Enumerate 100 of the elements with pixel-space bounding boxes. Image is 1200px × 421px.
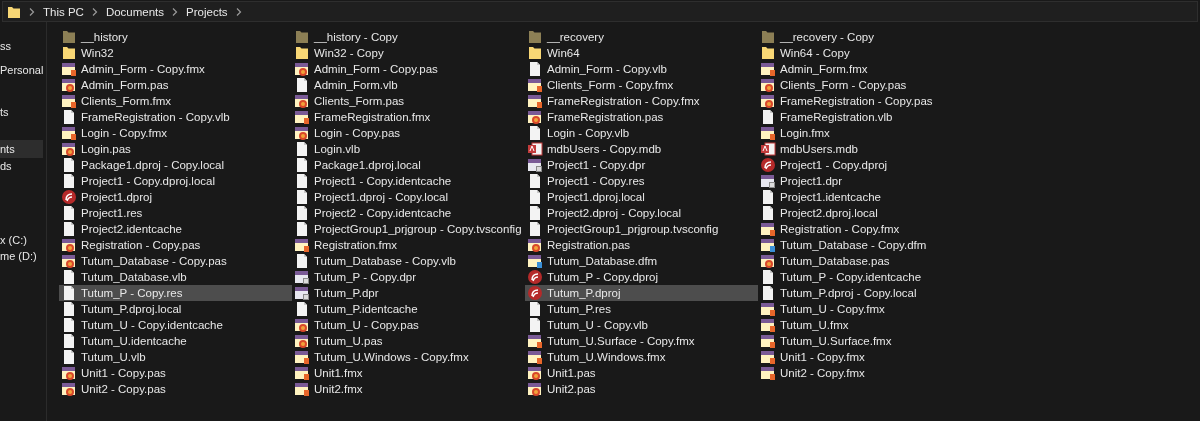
nav-item[interactable]: ss xyxy=(0,38,43,54)
file-item[interactable]: Login.fmx xyxy=(758,125,991,141)
file-item[interactable]: Tutum_P.dproj xyxy=(525,285,758,301)
file-item[interactable]: Project1 - Copy.dpr xyxy=(525,157,758,173)
file-item[interactable]: Tutum_P - Copy.dproj xyxy=(525,269,758,285)
file-item[interactable]: Tutum_P.dproj.local xyxy=(59,301,292,317)
file-item[interactable]: Win64 - Copy xyxy=(758,45,991,61)
file-item[interactable]: Project1 - Copy.identcache xyxy=(292,173,525,189)
file-item[interactable]: Tutum_U - Copy.fmx xyxy=(758,301,991,317)
file-item[interactable]: Tutum_Database.pas xyxy=(758,253,991,269)
chevron-icon[interactable] xyxy=(172,7,179,16)
file-item[interactable]: Unit2 - Copy.pas xyxy=(59,381,292,397)
file-item[interactable]: Registration.fmx xyxy=(292,237,525,253)
file-item[interactable]: Project2.identcache xyxy=(59,221,292,237)
file-item[interactable]: Package1.dproj - Copy.local xyxy=(59,157,292,173)
file-item[interactable]: Registration - Copy.pas xyxy=(59,237,292,253)
file-item[interactable]: Admin_Form - Copy.pas xyxy=(292,61,525,77)
file-item[interactable]: Login.vlb xyxy=(292,141,525,157)
nav-item[interactable]: ts xyxy=(0,104,43,120)
file-item[interactable]: Tutum_P - Copy.res xyxy=(59,285,292,301)
file-item[interactable]: mdbUsers - Copy.mdb xyxy=(525,141,758,157)
file-item[interactable]: Unit2 - Copy.fmx xyxy=(758,365,991,381)
file-item[interactable]: mdbUsers.mdb xyxy=(758,141,991,157)
file-item[interactable]: Tutum_Database - Copy.dfm xyxy=(758,237,991,253)
file-item[interactable]: Unit1.fmx xyxy=(292,365,525,381)
file-item[interactable]: Tutum_U.identcache xyxy=(59,333,292,349)
file-item[interactable]: Win32 - Copy xyxy=(292,45,525,61)
file-item[interactable]: Unit1 - Copy.pas xyxy=(59,365,292,381)
breadcrumb-item[interactable]: Documents xyxy=(105,5,165,18)
nav-item[interactable]: ds xyxy=(0,158,43,174)
file-item[interactable]: Unit1.pas xyxy=(525,365,758,381)
file-item[interactable]: __history xyxy=(59,29,292,45)
file-item[interactable]: Tutum_P.dproj - Copy.local xyxy=(758,285,991,301)
file-item[interactable]: Clients_Form - Copy.fmx xyxy=(525,77,758,93)
file-item[interactable]: __history - Copy xyxy=(292,29,525,45)
file-item[interactable]: Project1 - Copy.res xyxy=(525,173,758,189)
file-item[interactable]: Project1.dpr xyxy=(758,173,991,189)
file-item[interactable]: Unit2.fmx xyxy=(292,381,525,397)
file-item[interactable]: Tutum_U.Windows.fmx xyxy=(525,349,758,365)
file-item[interactable]: FrameRegistration.fmx xyxy=(292,109,525,125)
file-item[interactable]: ProjectGroup1_prjgroup.tvsconfig xyxy=(525,221,758,237)
file-item[interactable]: Registration.pas xyxy=(525,237,758,253)
file-item[interactable]: Project1.dproj xyxy=(59,189,292,205)
file-item[interactable]: Project1 - Copy.dproj xyxy=(758,157,991,173)
file-item[interactable]: Project1.identcache xyxy=(758,189,991,205)
file-item[interactable]: Clients_Form.pas xyxy=(292,93,525,109)
file-item[interactable]: Tutum_P - Copy.identcache xyxy=(758,269,991,285)
chevron-icon[interactable] xyxy=(29,7,35,16)
file-item[interactable]: Unit2.pas xyxy=(525,381,758,397)
file-item[interactable]: Admin_Form - Copy.fmx xyxy=(59,61,292,77)
file-item[interactable]: Login.pas xyxy=(59,141,292,157)
file-item[interactable]: Admin_Form.pas xyxy=(59,77,292,93)
file-item[interactable]: Login - Copy.vlb xyxy=(525,125,758,141)
file-item[interactable]: Admin_Form.fmx xyxy=(758,61,991,77)
file-item[interactable]: Project1.res xyxy=(59,205,292,221)
file-item[interactable]: __recovery - Copy xyxy=(758,29,991,45)
file-item[interactable]: Tutum_Database.vlb xyxy=(59,269,292,285)
file-item[interactable]: FrameRegistration - Copy.pas xyxy=(758,93,991,109)
nav-item[interactable]: x (C:) xyxy=(0,232,43,248)
file-item[interactable]: Admin_Form - Copy.vlb xyxy=(525,61,758,77)
breadcrumb-item[interactable]: This PC xyxy=(43,5,84,18)
file-item[interactable]: Tutum_Database.dfm xyxy=(525,253,758,269)
file-item[interactable]: FrameRegistration - Copy.vlb xyxy=(59,109,292,125)
file-item[interactable]: Project1 - Copy.dproj.local xyxy=(59,173,292,189)
file-item[interactable]: Registration - Copy.fmx xyxy=(758,221,991,237)
file-item[interactable]: Win64 xyxy=(525,45,758,61)
file-item[interactable]: Tutum_U.fmx xyxy=(758,317,991,333)
nav-item[interactable]: Personal xyxy=(0,62,43,78)
file-item[interactable]: Tutum_P.dpr xyxy=(292,285,525,301)
file-item[interactable]: Login - Copy.pas xyxy=(292,125,525,141)
file-item[interactable]: Tutum_P.identcache xyxy=(292,301,525,317)
file-item[interactable]: Tutum_U.Windows - Copy.fmx xyxy=(292,349,525,365)
file-item[interactable]: Admin_Form.vlb xyxy=(292,77,525,93)
file-item[interactable]: Tutum_U - Copy.vlb xyxy=(525,317,758,333)
file-item[interactable]: Tutum_P - Copy.dpr xyxy=(292,269,525,285)
file-item[interactable]: __recovery xyxy=(525,29,758,45)
file-item[interactable]: Project1.dproj - Copy.local xyxy=(292,189,525,205)
chevron-icon[interactable] xyxy=(235,7,242,16)
file-item[interactable]: Project2.dproj - Copy.local xyxy=(525,205,758,221)
file-item[interactable]: Login - Copy.fmx xyxy=(59,125,292,141)
file-item[interactable]: Tutum_U.Surface.fmx xyxy=(758,333,991,349)
nav-item[interactable]: nts xyxy=(0,140,43,158)
file-item[interactable]: Package1.dproj.local xyxy=(292,157,525,173)
breadcrumb-item[interactable]: Projects xyxy=(186,5,228,18)
file-item[interactable]: Tutum_U.vlb xyxy=(59,349,292,365)
file-item[interactable]: FrameRegistration.vlb xyxy=(758,109,991,125)
file-item[interactable]: Win32 xyxy=(59,45,292,61)
file-item[interactable]: Tutum_U.pas xyxy=(292,333,525,349)
file-item[interactable]: Tutum_U - Copy.identcache xyxy=(59,317,292,333)
chevron-icon[interactable] xyxy=(91,7,98,16)
file-item[interactable]: Unit1 - Copy.fmx xyxy=(758,349,991,365)
file-item[interactable]: Project2 - Copy.identcache xyxy=(292,205,525,221)
nav-item[interactable]: me (D:) xyxy=(0,248,43,264)
file-item[interactable]: ProjectGroup1_prjgroup - Copy.tvsconfig xyxy=(292,221,525,237)
file-item[interactable]: FrameRegistration - Copy.fmx xyxy=(525,93,758,109)
file-item[interactable]: Project1.dproj.local xyxy=(525,189,758,205)
file-item[interactable]: FrameRegistration.pas xyxy=(525,109,758,125)
file-item[interactable]: Project2.dproj.local xyxy=(758,205,991,221)
file-item[interactable]: Clients_Form - Copy.pas xyxy=(758,77,991,93)
file-item[interactable]: Tutum_Database - Copy.pas xyxy=(59,253,292,269)
